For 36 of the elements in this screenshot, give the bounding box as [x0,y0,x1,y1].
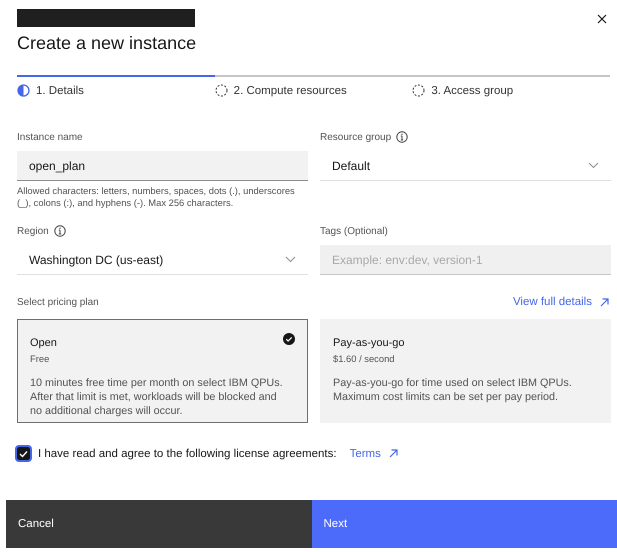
terms-link[interactable]: Terms [350,448,399,460]
step-tab[interactable]: 2. Compute resources [234,84,347,96]
section-label: Select pricing plan [17,296,99,308]
chevron-down-icon [588,162,599,169]
modal-title: Create a new instance [17,33,198,54]
next-button[interactable]: Next [312,500,617,548]
info-icon[interactable] [54,225,66,237]
step-tab[interactable]: 1. Details [36,84,84,96]
external-link-icon [599,296,610,308]
text-field[interactable]: open_plan [17,151,308,181]
field-label: Instance name [17,132,83,142]
info-icon[interactable] [396,131,408,143]
dropdown[interactable]: Default [320,151,611,181]
plan-description: Pay-as-you-go for time used on select IBM QPUs. Maximum cost limits can be set per pay period. [333,376,573,404]
plan-price: $1.60 / second [333,353,396,364]
agreement-text: I have read and agree to the following license agreements: [38,448,337,460]
dropdown[interactable]: Washington DC (us-east) [17,245,308,275]
plan-name: Open [30,337,57,349]
external-link-icon [388,448,399,459]
step-tab[interactable]: 3. Access group [431,84,514,96]
view-details-link[interactable]: View full details [512,296,610,308]
tags-field[interactable]: Example: env:dev, version-1 [320,245,611,275]
checkbox[interactable] [17,447,30,460]
close-icon[interactable] [596,13,608,25]
plan-tile[interactable]: Open Free 10 minutes free time per month on select IBM QPUs. After that limit is met, workloads will be blocked and no additional charges will occur. [17,319,308,423]
field-label: Region [17,226,49,236]
cancel-button[interactable]: Cancel [6,500,312,548]
plan-price: Free [30,353,50,364]
plan-tile[interactable]: Pay-as-you-go $1.60 / second Pay-as-you-go for time used on select IBM QPUs. Maximum cost limits can be set per pay period. [320,319,611,423]
chevron-down-icon [285,256,296,263]
field-label: Tags (Optional) [320,226,388,236]
field-label: Resource group [320,132,392,142]
plan-description: 10 minutes free time per month on select IBM QPUs. After that limit is met, workloads will be blocked and no additional charges will occur. [30,376,284,418]
helper-text: Allowed characters: letters, numbers, spaces, dots (.), underscores (_), colons (:), and hyphens (-). Max 256 characters. [17,185,296,209]
plan-name: Pay-as-you-go [333,337,405,349]
checkmark-icon [283,333,295,345]
